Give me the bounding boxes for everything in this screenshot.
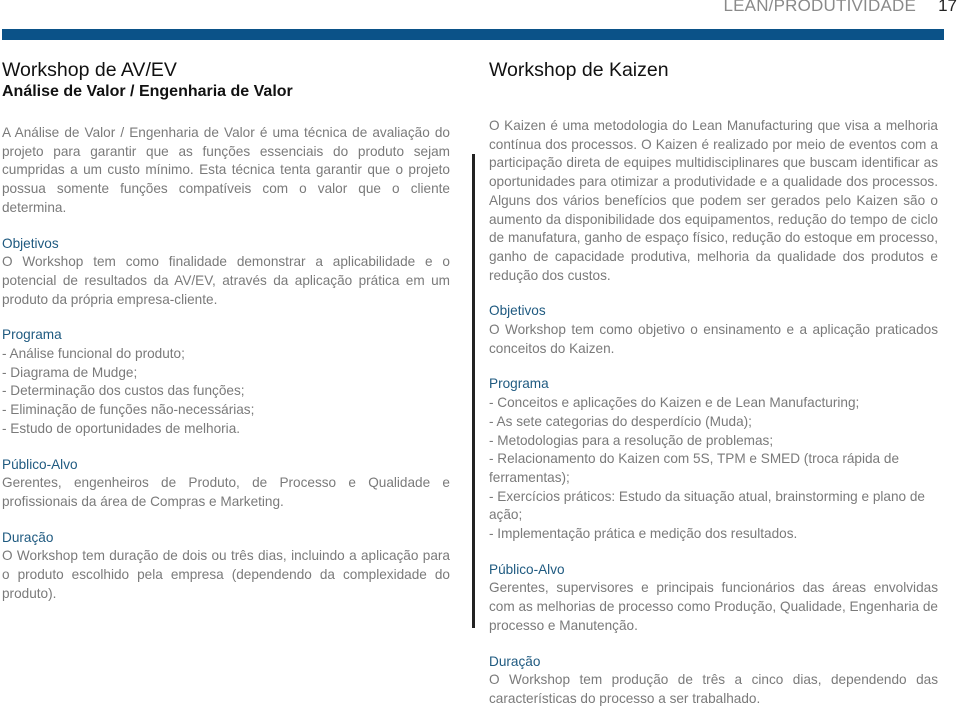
av-ev-intro: A Análise de Valor / Engenharia de Valor… xyxy=(2,125,450,215)
header-section-label: LEAN/PRODUTIVIDADE xyxy=(723,0,916,15)
list-item: - Estudo de oportunidades de melhoria. xyxy=(2,420,241,436)
av-ev-column: Workshop de AV/EV Análise de Valor / Eng… xyxy=(2,58,450,603)
list-item: - Diagrama de Mudge; xyxy=(2,364,138,380)
list-item: - As sete categorias do desperdício (Mud… xyxy=(489,413,752,429)
page-number: 17 xyxy=(938,0,957,15)
list-item: - Relacionamento do Kaizen com 5S, TPM e… xyxy=(489,451,900,485)
list-item: - Análise funcional do produto; xyxy=(2,346,185,362)
av-ev-publico-heading: Público-Alvo xyxy=(2,456,78,472)
kaizen-programa-list: - Conceitos e aplicações do Kaizen e de … xyxy=(489,394,938,544)
av-ev-subtitle: Análise de Valor / Engenharia de Valor xyxy=(2,83,293,100)
list-item: - Conceitos e aplicações do Kaizen e de … xyxy=(489,395,860,411)
kaizen-publico-text: Gerentes, supervisores e principais func… xyxy=(489,580,938,633)
av-ev-programa-list: - Análise funcional do produto; - Diagra… xyxy=(2,345,450,439)
av-ev-title: Workshop de AV/EV xyxy=(2,59,177,81)
kaizen-publico-heading: Público-Alvo xyxy=(489,561,565,577)
av-ev-duracao-text: O Workshop tem duração de dois ou três d… xyxy=(2,548,450,601)
kaizen-intro: O Kaizen é uma metodologia do Lean Manuf… xyxy=(489,118,938,283)
av-ev-programa-heading: Programa xyxy=(2,327,62,343)
av-ev-objetivos-text: O Workshop tem como finalidade demonstra… xyxy=(2,254,450,307)
av-ev-duracao-heading: Duração xyxy=(2,529,54,545)
list-item: - Metodologias para a resolução de probl… xyxy=(489,432,774,448)
av-ev-publico-text: Gerentes, engenheiros de Produto, de Pro… xyxy=(2,475,450,509)
header-bar xyxy=(2,29,944,40)
kaizen-duracao-heading: Duração xyxy=(489,653,541,669)
kaizen-objetivos-text: O Workshop tem como objetivo o ensinamen… xyxy=(489,322,938,356)
kaizen-duracao-text: O Workshop tem produção de três a cinco … xyxy=(489,672,938,706)
list-item: - Implementação prática e medição dos re… xyxy=(489,526,798,542)
list-item: - Exercícios práticos: Estudo da situaçã… xyxy=(489,488,925,523)
column-divider xyxy=(472,154,475,628)
kaizen-title: Workshop de Kaizen xyxy=(489,59,669,81)
list-item: - Determinação dos custos das funções; xyxy=(2,383,245,399)
kaizen-programa-heading: Programa xyxy=(489,376,549,392)
av-ev-objetivos-heading: Objetivos xyxy=(2,235,59,251)
kaizen-objetivos-heading: Objetivos xyxy=(489,303,546,319)
kaizen-column: Workshop de Kaizen O Kaizen é uma metodo… xyxy=(489,58,938,709)
list-item: - Eliminação de funções não-necessárias; xyxy=(2,402,255,418)
